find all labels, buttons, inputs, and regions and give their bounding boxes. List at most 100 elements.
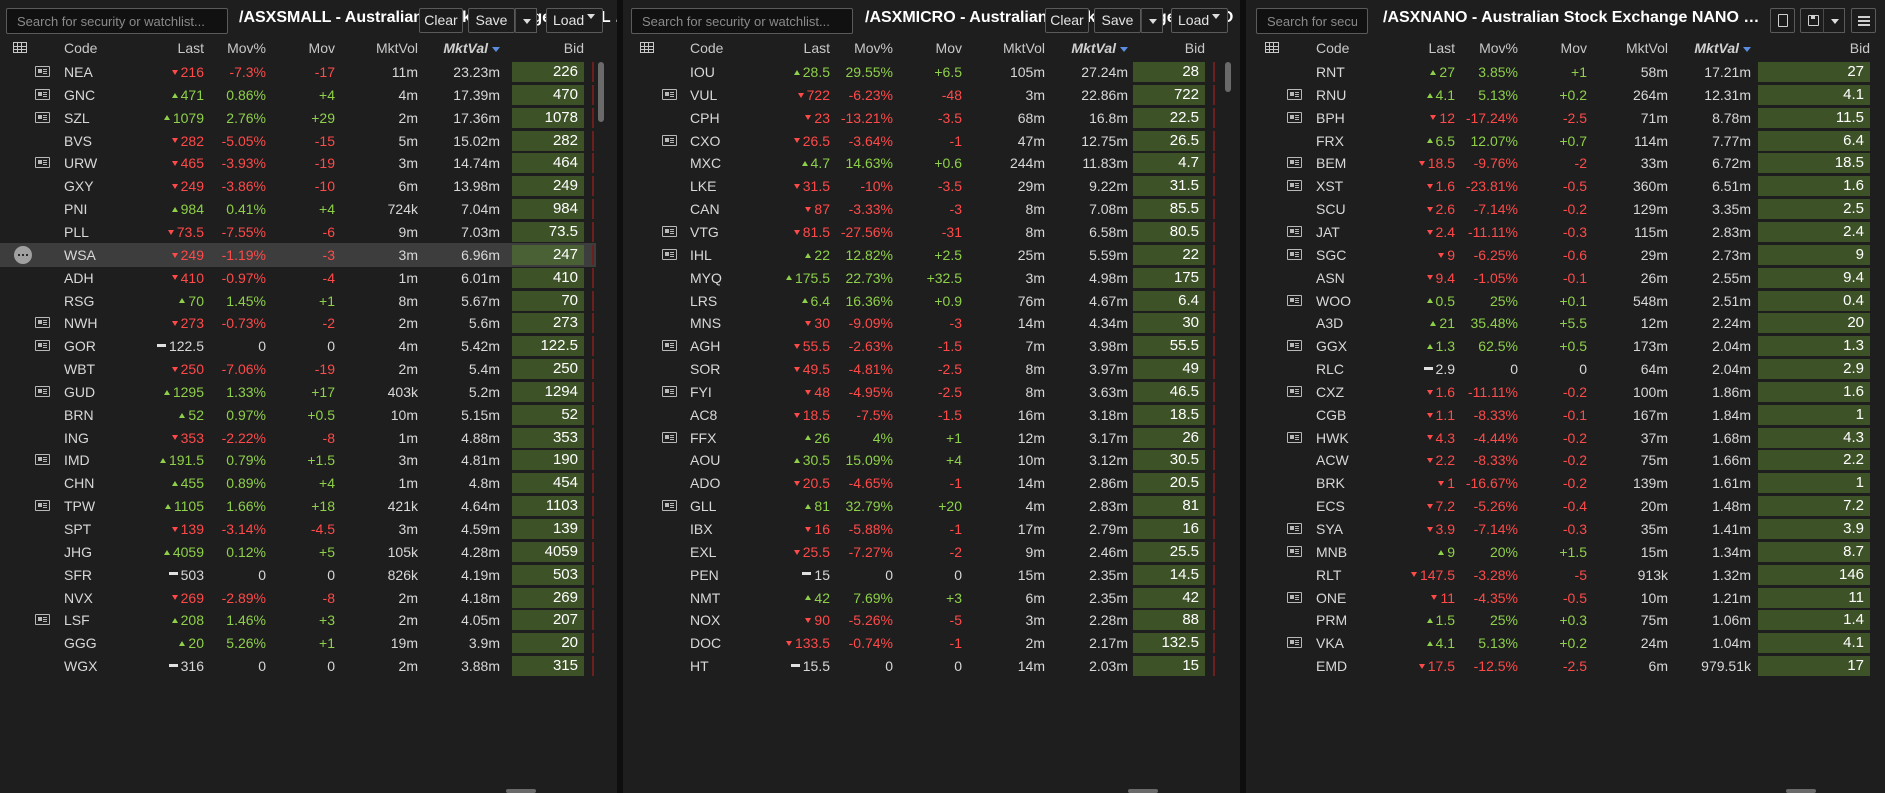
security-code[interactable]: BVS [64, 129, 92, 153]
search-input[interactable] [631, 8, 853, 34]
security-code[interactable]: AGH [690, 334, 720, 358]
security-code[interactable]: PNI [64, 197, 87, 221]
table-row[interactable]: GXY 249 -3.86% -10 6m 13.98m 249 [0, 174, 596, 198]
bid-price[interactable]: 984 [512, 199, 584, 220]
table-row[interactable]: MXC 4.7 14.63% +0.6 244m 11.83m 4.7 [623, 151, 1217, 175]
header-mktval[interactable]: MktVal [443, 38, 500, 58]
news-icon[interactable] [1287, 180, 1302, 192]
bid-price[interactable]: 282 [512, 130, 584, 151]
bid-price[interactable]: 11 [1758, 587, 1870, 608]
bid-price[interactable]: 353 [512, 427, 584, 448]
bid-price[interactable]: 1.4 [1758, 610, 1870, 631]
news-icon[interactable] [1287, 225, 1302, 237]
bid-price[interactable]: 410 [512, 267, 584, 288]
bid-price[interactable]: 3.9 [1758, 519, 1870, 539]
bid-price[interactable]: 80.5 [1133, 221, 1205, 242]
table-row[interactable]: SGC 9 -6.25% -0.6 29m 2.73m 9 [1246, 243, 1882, 267]
bid-price[interactable]: 132.5 [1133, 633, 1205, 654]
security-code[interactable]: ING [64, 426, 89, 450]
table-row[interactable]: SFR 503 0 0 826k 4.19m 503 [0, 563, 596, 587]
security-code[interactable]: VTG [690, 220, 719, 244]
news-icon[interactable] [1287, 637, 1302, 649]
bid-price[interactable]: 85.5 [1133, 199, 1205, 220]
bid-price[interactable]: 1 [1758, 404, 1870, 425]
bid-price[interactable]: 722 [1133, 84, 1205, 105]
table-row[interactable]: SYA 3.9 -7.14% -0.3 35m 1.41m 3.9 [1246, 517, 1882, 541]
table-row[interactable]: NVX 269 -2.89% -8 2m 4.18m 269 [0, 586, 596, 610]
news-icon[interactable] [1287, 340, 1302, 352]
header-mov-pct[interactable]: Mov% [854, 38, 893, 58]
table-row[interactable]: HWK 4.3 -4.44% -0.2 37m 1.68m 4.3 [1246, 426, 1882, 450]
save-button[interactable]: Save [468, 8, 515, 33]
table-row[interactable]: MNB 9 20% +1.5 15m 1.34m 8.7 [1246, 540, 1882, 564]
bid-price[interactable]: 16 [1133, 519, 1205, 539]
news-icon[interactable] [662, 248, 677, 260]
security-code[interactable]: RSG [64, 289, 94, 313]
security-code[interactable]: SFR [64, 563, 92, 587]
bid-price[interactable]: 31.5 [1133, 176, 1205, 197]
table-row[interactable]: WSA 249 -1.19% -3 3m 6.96m 247 [0, 242, 596, 267]
bid-price[interactable]: 190 [512, 450, 584, 471]
news-icon[interactable] [662, 134, 677, 146]
bid-price[interactable]: 18.5 [1758, 153, 1870, 174]
security-code[interactable]: WSA [64, 243, 96, 267]
table-row[interactable]: SPT 139 -3.14% -4.5 3m 4.59m 139 [0, 517, 596, 541]
bid-price[interactable]: 269 [512, 587, 584, 608]
table-row[interactable]: AC8 18.5 -7.5% -1.5 16m 3.18m 18.5 [623, 403, 1217, 427]
bid-price[interactable]: 315 [512, 656, 584, 677]
security-code[interactable]: IOU [690, 60, 715, 84]
bid-price[interactable]: 22.5 [1133, 107, 1205, 128]
more-options-icon[interactable] [14, 245, 32, 264]
table-row[interactable]: GOR 122.5 0 0 4m 5.42m 122.5 [0, 334, 596, 358]
bid-price[interactable]: 27 [1758, 62, 1870, 82]
bid-price[interactable]: 2.9 [1758, 359, 1870, 380]
table-row[interactable]: PRM 1.5 25% +0.3 75m 1.06m 1.4 [1246, 608, 1882, 632]
security-code[interactable]: RLT [1316, 563, 1341, 587]
security-code[interactable]: DOC [690, 631, 721, 655]
table-row[interactable]: LKE 31.5 -10% -3.5 29m 9.22m 31.5 [623, 174, 1217, 198]
bid-price[interactable]: 122.5 [512, 336, 584, 357]
table-row[interactable]: TPW 1105 1.66% +18 421k 4.64m 1103 [0, 494, 596, 518]
bid-price[interactable]: 4059 [512, 541, 584, 562]
security-code[interactable]: AOU [690, 448, 720, 472]
security-code[interactable]: BEM [1316, 151, 1346, 175]
bid-price[interactable]: 2.2 [1758, 450, 1870, 471]
search-input[interactable] [1256, 8, 1368, 34]
table-row[interactable]: FRX 6.5 12.07% +0.7 114m 7.77m 6.4 [1246, 129, 1882, 153]
security-code[interactable]: NWH [64, 311, 97, 335]
bid-price[interactable]: 9 [1758, 244, 1870, 265]
bid-price[interactable]: 175 [1133, 267, 1205, 288]
header-code[interactable]: Code [64, 38, 97, 58]
table-row[interactable]: CPH 23 -13.21% -3.5 68m 16.8m 22.5 [623, 106, 1217, 130]
security-code[interactable]: AC8 [690, 403, 717, 427]
bid-price[interactable]: 250 [512, 359, 584, 380]
security-code[interactable]: NMT [690, 586, 720, 610]
security-code[interactable]: GXY [64, 174, 94, 198]
security-code[interactable]: EMD [1316, 654, 1347, 678]
bid-price[interactable]: 1294 [512, 381, 584, 402]
table-row[interactable]: NMT 42 7.69% +3 6m 2.35m 42 [623, 586, 1217, 610]
security-code[interactable]: SZL [64, 106, 90, 130]
bid-price[interactable]: 73.5 [512, 221, 584, 242]
table-row[interactable]: AGH 55.5 -2.63% -1.5 7m 3.98m 55.5 [623, 334, 1217, 358]
bid-price[interactable]: 1.6 [1758, 381, 1870, 402]
security-code[interactable]: TPW [64, 494, 95, 518]
header-mktvol[interactable]: MktVol [376, 38, 418, 58]
news-icon[interactable] [35, 500, 50, 512]
bid-price[interactable]: 454 [512, 473, 584, 494]
bid-price[interactable]: 6.4 [1133, 290, 1205, 311]
table-row[interactable]: ADH 410 -0.97% -4 1m 6.01m 410 [0, 266, 596, 290]
load-button[interactable]: Load [546, 8, 603, 33]
table-row[interactable]: PLL 73.5 -7.55% -6 9m 7.03m 73.5 [0, 220, 596, 244]
table-row[interactable]: LRS 6.4 16.36% +0.9 76m 4.67m 6.4 [623, 289, 1217, 313]
security-code[interactable]: ADO [690, 471, 720, 495]
table-row[interactable]: IMD 191.5 0.79% +1.5 3m 4.81m 190 [0, 448, 596, 472]
news-icon[interactable] [35, 454, 50, 466]
table-row[interactable]: PEN 15 0 0 15m 2.35m 14.5 [623, 563, 1217, 587]
table-row[interactable]: RNT 27 3.85% +1 58m 17.21m 27 [1246, 60, 1882, 84]
header-last[interactable]: Last [804, 38, 830, 58]
security-code[interactable]: HWK [1316, 426, 1349, 450]
news-icon[interactable] [35, 614, 50, 626]
table-row[interactable]: FFX 26 4% +1 12m 3.17m 26 [623, 426, 1217, 450]
table-row[interactable]: EMD 17.5 -12.5% -2.5 6m 979.51k 17 [1246, 654, 1882, 678]
